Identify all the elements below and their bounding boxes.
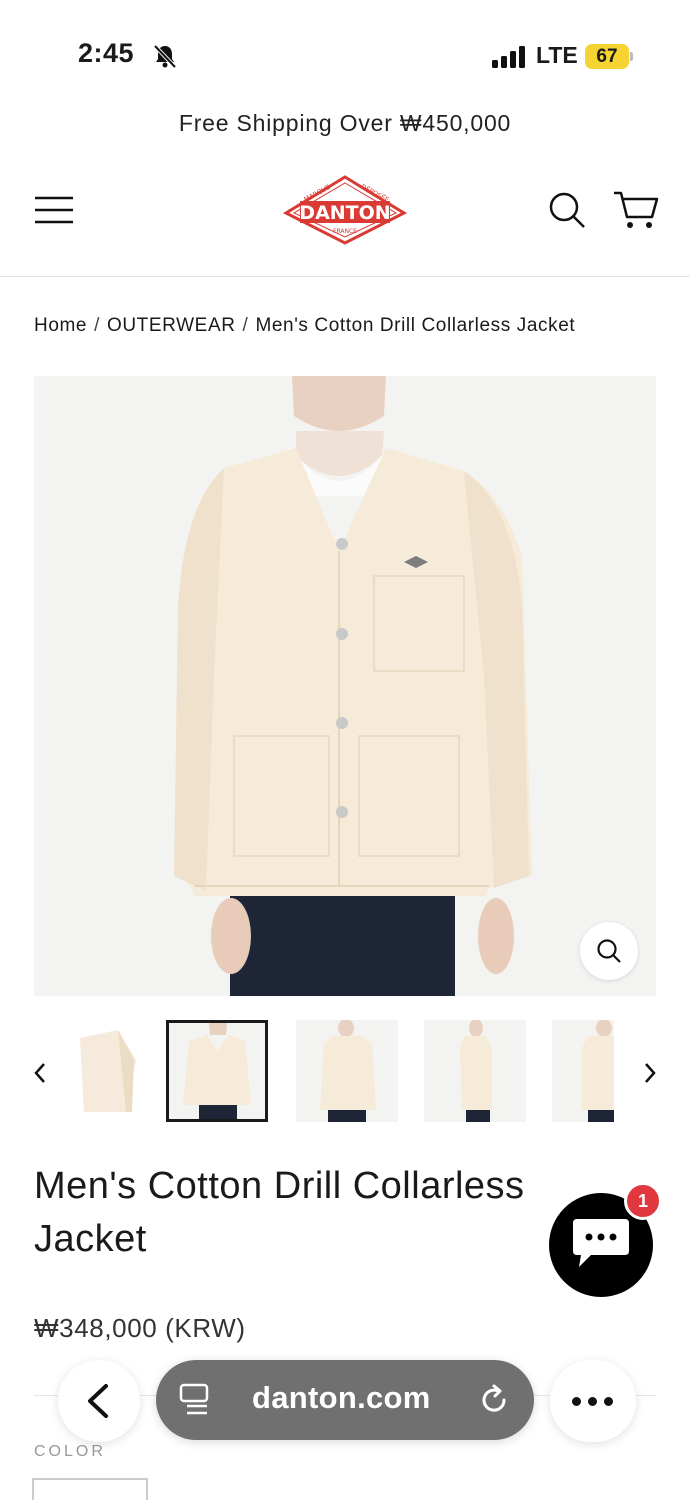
breadcrumb-separator: / — [242, 315, 249, 336]
product-title: Men's Cotton Drill Collarless Jacket — [34, 1165, 525, 1260]
site-header: DANTON MARQUE DÉPOSÉE FRANCE — [0, 165, 690, 277]
product-thumbnail[interactable] — [552, 1020, 614, 1122]
jacket-photo — [34, 376, 656, 996]
product-main-image[interactable] — [34, 376, 656, 996]
zoom-button[interactable] — [580, 922, 638, 980]
address-text[interactable]: danton.com — [252, 1380, 431, 1416]
thumbnail-next-chevron-icon[interactable] — [638, 1058, 662, 1088]
cart-icon[interactable] — [612, 189, 660, 231]
address-bar[interactable]: danton.com — [156, 1360, 534, 1440]
chat-notification-badge: 1 — [624, 1182, 662, 1220]
danton-logo[interactable]: DANTON MARQUE DÉPOSÉE FRANCE — [282, 173, 408, 245]
browser-back-button[interactable] — [58, 1360, 140, 1442]
chat-bubble-icon — [573, 1219, 629, 1267]
product-thumbnail-active[interactable] — [166, 1020, 268, 1122]
status-time: 2:45 — [78, 38, 135, 68]
more-options-button[interactable] — [550, 1360, 636, 1442]
thumbnail-prev-chevron-icon[interactable] — [28, 1058, 52, 1088]
more-dot — [572, 1397, 581, 1406]
breadcrumb: Home / OUTERWEAR / Men's Cotton Drill Collar… — [34, 315, 575, 337]
svg-text:FRANCE: FRANCE — [333, 228, 357, 235]
battery-indicator: 67 — [585, 44, 629, 69]
color-swatch[interactable] — [32, 1478, 148, 1500]
back-chevron-icon — [88, 1384, 108, 1418]
hamburger-menu-icon[interactable] — [34, 195, 74, 225]
page-menu-icon[interactable] — [178, 1382, 212, 1418]
product-price: ₩348,000 (KRW) — [34, 1313, 246, 1343]
product-thumbnail[interactable] — [296, 1020, 398, 1122]
breadcrumb-category[interactable]: OUTERWEAR — [107, 315, 236, 336]
network-type: LTE — [536, 42, 578, 68]
cellular-signal-icon — [492, 46, 525, 68]
announcement-bar: Free Shipping Over ₩450,000 — [178, 110, 512, 136]
search-icon[interactable] — [548, 191, 586, 229]
status-bar: 2:45 LTE 67 — [0, 0, 690, 100]
browser-toolbar: danton.com — [0, 1350, 690, 1450]
silent-bell-icon — [153, 44, 177, 69]
battery-tip — [630, 52, 633, 61]
breadcrumb-separator: / — [94, 315, 100, 336]
breadcrumb-home[interactable]: Home — [34, 315, 87, 336]
breadcrumb-current: Men's Cotton Drill Collarless Jacket — [255, 315, 576, 336]
zoom-icon — [597, 939, 621, 963]
reload-icon[interactable] — [476, 1382, 512, 1418]
more-dot — [604, 1397, 613, 1406]
more-dot — [588, 1397, 597, 1406]
product-thumbnail[interactable] — [424, 1020, 526, 1122]
logo-wordmark: DANTON — [299, 202, 390, 224]
product-thumbnail[interactable] — [66, 1020, 168, 1122]
